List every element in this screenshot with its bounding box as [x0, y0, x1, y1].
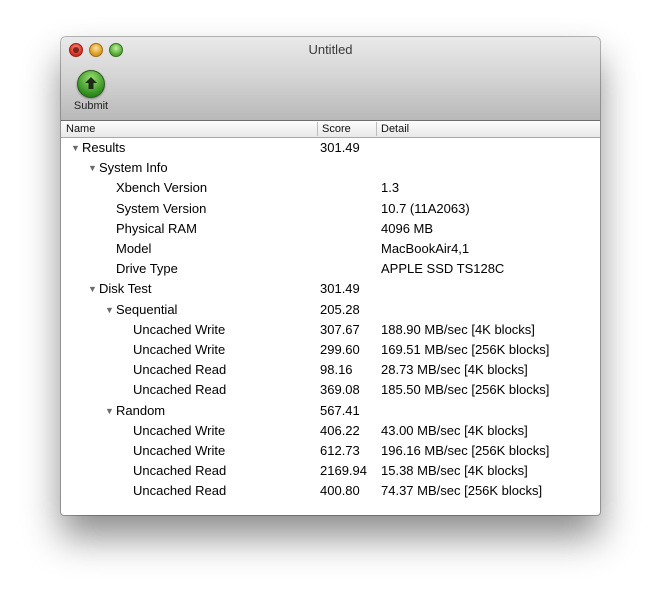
column-divider[interactable] — [376, 122, 377, 136]
row-detail: 185.50 MB/sec [256K blocks] — [381, 382, 550, 397]
row-detail: 43.00 MB/sec [4K blocks] — [381, 423, 528, 438]
table-row[interactable]: Uncached Write 307.67 188.90 MB/sec [4K bl… — [61, 320, 600, 340]
toolbar: Untitled Submit — [61, 37, 600, 121]
table-row[interactable]: Drive Type APPLE SSD TS128C — [61, 259, 600, 279]
row-name: Uncached Read — [133, 483, 227, 498]
row-name: Uncached Read — [133, 382, 227, 397]
table-row[interactable]: Uncached Write 406.22 43.00 MB/sec [4K blo… — [61, 421, 600, 441]
row-name: Results — [82, 140, 126, 155]
table-row[interactable]: Physical RAM 4096 MB — [61, 219, 600, 239]
row-detail: 188.90 MB/sec [4K blocks] — [381, 322, 535, 337]
row-detail: 74.37 MB/sec [256K blocks] — [381, 483, 543, 498]
table-row[interactable]: Uncached Read 400.80 74.37 MB/sec [256K bl… — [61, 481, 600, 501]
row-score: 301.49 — [320, 281, 360, 296]
window-title: Untitled — [308, 42, 353, 57]
row-detail: 169.51 MB/sec [256K blocks] — [381, 342, 550, 357]
row-name: Disk Test — [99, 281, 152, 296]
row-score: 406.22 — [320, 423, 360, 438]
row-name: Random — [116, 403, 166, 418]
row-score: 400.80 — [320, 483, 360, 498]
row-name: Xbench Version — [116, 180, 208, 195]
row-detail: 15.38 MB/sec [4K blocks] — [381, 463, 528, 478]
row-detail: 1.3 — [381, 180, 400, 195]
column-header-score[interactable]: Score — [322, 122, 351, 136]
row-name: Uncached Read — [133, 463, 227, 478]
row-detail: APPLE SSD TS128C — [381, 261, 505, 276]
row-name: Model — [116, 241, 152, 256]
table-row[interactable]: Model MacBookAir4,1 — [61, 239, 600, 259]
disclosure-triangle-icon[interactable]: ▼ — [105, 300, 114, 320]
row-detail: 4096 MB — [381, 221, 434, 236]
app-window: Untitled Submit Name Score Detail ▼ Resul… — [61, 37, 600, 515]
row-name: Uncached Write — [133, 342, 226, 357]
row-detail: 10.7 (11A2063) — [381, 201, 470, 216]
table-row[interactable]: ▼ Disk Test 301.49 — [61, 279, 600, 299]
row-score: 307.67 — [320, 322, 360, 337]
row-name: System Version — [116, 201, 207, 216]
disclosure-triangle-icon[interactable]: ▼ — [71, 138, 80, 158]
row-name: Drive Type — [116, 261, 178, 276]
row-name: Uncached Read — [133, 362, 227, 377]
column-header-name[interactable]: Name — [66, 122, 95, 136]
submit-button[interactable]: Submit — [69, 70, 113, 116]
column-header-detail[interactable]: Detail — [381, 122, 409, 136]
table-header: Name Score Detail — [61, 121, 600, 138]
row-detail: MacBookAir4,1 — [381, 241, 470, 256]
table-row[interactable]: Uncached Write 612.73 196.16 MB/sec [256K … — [61, 441, 600, 461]
disclosure-triangle-icon[interactable]: ▼ — [105, 401, 114, 421]
disclosure-triangle-icon[interactable]: ▼ — [88, 158, 97, 178]
row-score: 299.60 — [320, 342, 360, 357]
table-row[interactable]: Uncached Read 98.16 28.73 MB/sec [4K block… — [61, 360, 600, 380]
up-arrow-icon — [77, 70, 105, 98]
table-row[interactable]: System Version 10.7 (11A2063) — [61, 199, 600, 219]
row-score: 2169.94 — [320, 463, 367, 478]
row-score: 567.41 — [320, 403, 360, 418]
table-row[interactable]: Uncached Read 369.08 185.50 MB/sec [256K b… — [61, 380, 600, 400]
row-name: Uncached Write — [133, 322, 226, 337]
row-name: Uncached Write — [133, 443, 226, 458]
table-row[interactable]: Uncached Read 2169.94 15.38 MB/sec [4K blo… — [61, 461, 600, 481]
row-detail: 28.73 MB/sec [4K blocks] — [381, 362, 528, 377]
row-name: System Info — [99, 160, 168, 175]
row-name: Physical RAM — [116, 221, 197, 236]
submit-label: Submit — [73, 100, 109, 112]
row-score: 301.49 — [320, 140, 360, 155]
row-name: Sequential — [116, 302, 178, 317]
row-score: 98.16 — [320, 362, 353, 377]
table-row[interactable]: ▼ Results 301.49 — [61, 138, 600, 158]
row-score: 612.73 — [320, 443, 360, 458]
disclosure-triangle-icon[interactable]: ▼ — [88, 279, 97, 299]
table-row[interactable]: Xbench Version 1.3 — [61, 178, 600, 198]
table-row[interactable]: ▼ System Info — [61, 158, 600, 178]
table-row[interactable]: Uncached Write 299.60 169.51 MB/sec [256K … — [61, 340, 600, 360]
row-score: 205.28 — [320, 302, 360, 317]
column-divider[interactable] — [317, 122, 318, 136]
row-detail: 196.16 MB/sec [256K blocks] — [381, 443, 550, 458]
table-row[interactable]: ▼ Sequential 205.28 — [61, 300, 600, 320]
row-score: 369.08 — [320, 382, 360, 397]
table-row[interactable]: ▼ Random 567.41 — [61, 401, 600, 421]
row-name: Uncached Write — [133, 423, 226, 438]
